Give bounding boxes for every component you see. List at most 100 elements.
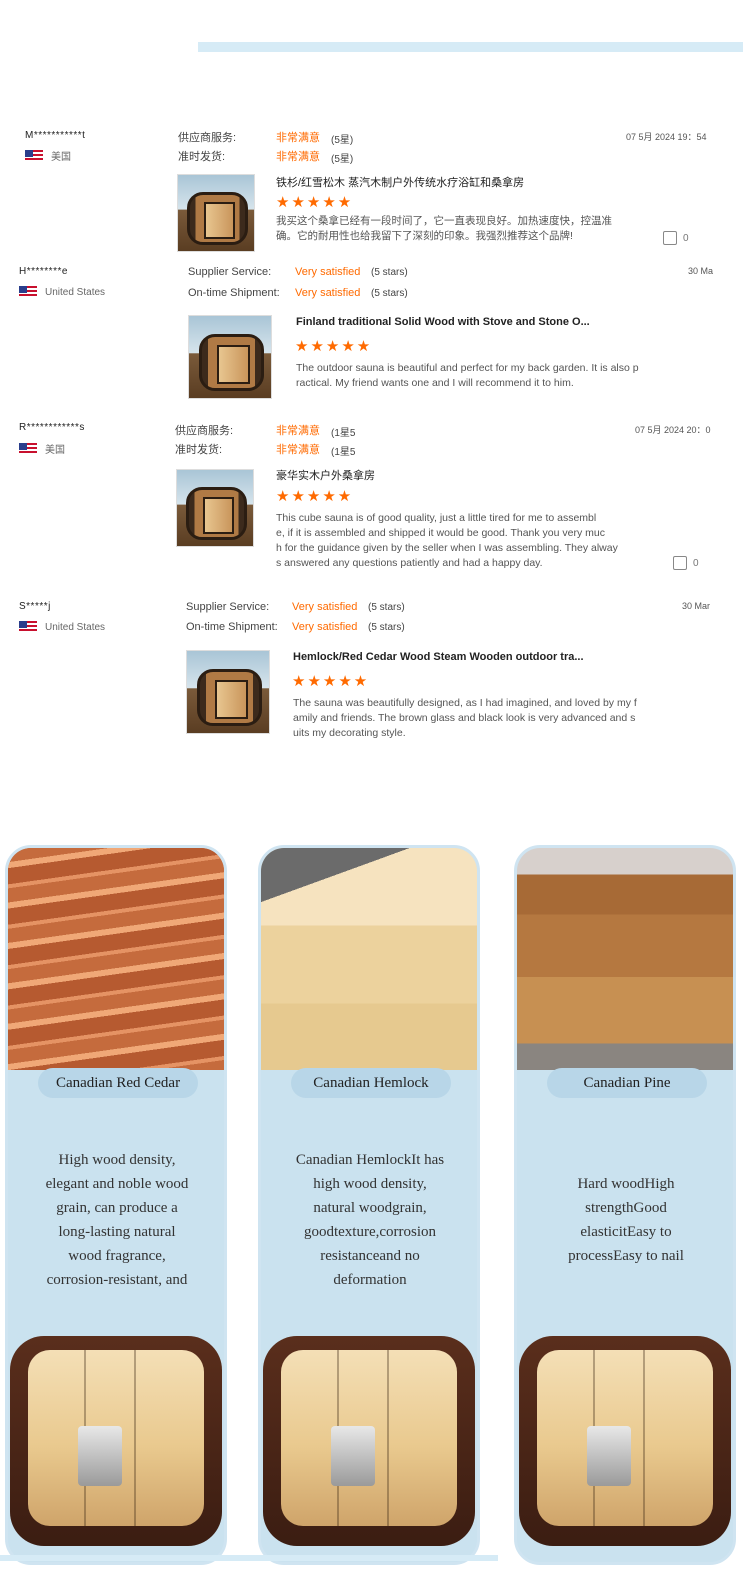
review-text-line: s answered any questions patiently and h… (276, 557, 543, 569)
description-line: elasticitEasy to (580, 1224, 672, 1240)
product-thumbnail[interactable] (186, 650, 270, 734)
shipment-value: 非常满意 (276, 151, 320, 163)
country-label: 美国 (51, 152, 71, 163)
description-line: high wood density, (313, 1176, 427, 1192)
review-text-line: e, if it is assembled and shipped it wou… (276, 527, 605, 539)
description-line: corrosion-resistant, and (46, 1272, 188, 1288)
bottom-divider (0, 1555, 498, 1561)
review-date: 07 5月 2024 20：0 (635, 425, 711, 435)
shipment-value: 非常满意 (276, 444, 320, 456)
like-button[interactable]: 0 (663, 231, 689, 245)
shipment-value: Very satisfied (292, 621, 358, 633)
rating-stars: ★★★★★ (276, 488, 354, 505)
shipment-stars: (5 stars) (371, 288, 408, 299)
description-line: strengthGood (585, 1200, 667, 1216)
service-stars: (5 stars) (371, 267, 408, 278)
description-line: Hard woodHigh (577, 1176, 675, 1192)
review-text: 我买这个桑拿已经有一段时间了，它一直表现良好。加热速度快，控温准 确。它的耐用性… (276, 214, 636, 244)
review-text-line: 确。它的耐用性也给我留下了深刻的印象。我强烈推荐这个品牌! (276, 230, 573, 242)
service-label: 供应商服务: (175, 425, 234, 437)
service-value: 非常满意 (276, 425, 320, 437)
sauna-illustration (263, 1336, 475, 1546)
like-button[interactable]: 0 (673, 556, 699, 570)
description-line: long-lasting natural (58, 1224, 176, 1240)
service-stars: (5星) (331, 135, 354, 146)
shipment-stars: (5星) (331, 154, 354, 165)
review-text-line: h for the guidance given by the seller w… (276, 542, 618, 554)
wood-description: Canadian HemlockIt has high wood density… (275, 1148, 465, 1292)
review-text-line: The outdoor sauna is beautiful and perfe… (296, 362, 639, 374)
pine-photo (517, 848, 733, 1070)
sauna-illustration (10, 1336, 222, 1546)
description-line: deformation (333, 1272, 407, 1288)
shipment-stars: (5 stars) (368, 622, 405, 633)
wood-description: High wood density, elegant and noble woo… (22, 1148, 212, 1292)
wood-card-red-cedar: Canadian Red Cedar High wood density, el… (5, 845, 227, 1565)
reviewer-country: United States (19, 286, 105, 298)
description-line: elegant and noble wood (45, 1176, 189, 1192)
wood-tag: Canadian Red Cedar (38, 1068, 198, 1098)
shipment-label: 准时发货: (178, 151, 226, 163)
wood-description: Hard woodHigh strengthGood elasticitEasy… (531, 1172, 721, 1268)
us-flag-icon (25, 149, 43, 162)
service-label: Supplier Service: (188, 266, 272, 278)
us-flag-icon (19, 442, 37, 455)
description-line: Canadian HemlockIt has (295, 1152, 445, 1168)
reviewer-country: 美国 (25, 148, 71, 163)
service-value: Very satisfied (292, 601, 358, 613)
wood-card-pine: Canadian Pine Hard woodHigh strengthGood… (514, 845, 736, 1565)
product-title[interactable]: Hemlock/Red Cedar Wood Steam Wooden outd… (293, 651, 584, 663)
description-line: natural woodgrain, (313, 1200, 427, 1216)
wood-tag: Canadian Pine (547, 1068, 707, 1098)
review-text-line: ractical. My friend wants one and I will… (296, 377, 574, 389)
service-stars: (5 stars) (368, 602, 405, 613)
country-label: United States (45, 286, 106, 298)
product-thumbnail[interactable] (177, 174, 255, 252)
product-title[interactable]: 豪华实木户外桑拿房 (276, 467, 375, 483)
sauna-illustration (519, 1336, 731, 1546)
reviewer-name: M***********t (25, 130, 86, 141)
review-text: This cube sauna is of good quality, just… (276, 511, 646, 571)
hemlock-photo (261, 848, 477, 1070)
description-line: goodtexture,corrosion (303, 1224, 437, 1240)
service-label: 供应商服务: (178, 132, 237, 144)
reviewer-name: S*****j (19, 601, 51, 612)
reviewer-name: R************s (19, 422, 85, 433)
service-value: 非常满意 (276, 132, 320, 144)
product-thumbnail[interactable] (188, 315, 272, 399)
like-count: 0 (693, 557, 699, 569)
reviewer-country: 美国 (19, 441, 65, 456)
shipment-label: On-time Shipment: (188, 287, 280, 299)
country-label: 美国 (45, 445, 65, 456)
reviewer-name: H********e (19, 266, 68, 277)
review-text: The outdoor sauna is beautiful and perfe… (296, 361, 696, 391)
wood-card-hemlock: Canadian Hemlock Canadian HemlockIt has … (258, 845, 480, 1565)
review-card: S*****j United States Supplier Service: … (0, 600, 750, 745)
review-text-line: uits my decorating style. (293, 727, 406, 739)
shipment-value: Very satisfied (295, 287, 361, 299)
thumbs-up-icon (663, 231, 677, 245)
review-date: 30 Ma (688, 266, 714, 276)
wood-tag: Canadian Hemlock (291, 1068, 451, 1098)
shipment-label: On-time Shipment: (186, 621, 278, 633)
red-cedar-photo (8, 848, 224, 1070)
review-text-line: 我买这个桑拿已经有一段时间了，它一直表现良好。加热速度快，控温准 (276, 215, 612, 227)
rating-stars: ★★★★★ (295, 338, 373, 355)
thumbs-up-icon (673, 556, 687, 570)
review-card: H********e United States Supplier Servic… (0, 265, 750, 400)
review-text-line: The sauna was beautifully designed, as I… (293, 697, 637, 709)
product-title[interactable]: 铁杉/红雪松木 蒸汽木制户外传统水疗浴缸和桑拿房 (276, 174, 524, 190)
shipment-stars: (1星5 (331, 447, 356, 458)
review-card: R************s 美国 供应商服务: 非常满意 (1星5 准时发货:… (0, 421, 750, 581)
like-count: 0 (683, 232, 689, 244)
product-thumbnail[interactable] (176, 469, 254, 547)
review-card: M***********t 美国 供应商服务: 非常满意 (5星) 准时发货: … (0, 128, 750, 253)
service-value: Very satisfied (295, 266, 361, 278)
review-date: 07 5月 2024 19：54 (626, 132, 707, 142)
top-divider (198, 42, 743, 52)
rating-stars: ★★★★★ (292, 673, 370, 690)
product-title[interactable]: Finland traditional Solid Wood with Stov… (296, 316, 590, 328)
us-flag-icon (19, 286, 37, 298)
service-label: Supplier Service: (186, 601, 270, 613)
description-line: resistanceand no (320, 1248, 420, 1264)
